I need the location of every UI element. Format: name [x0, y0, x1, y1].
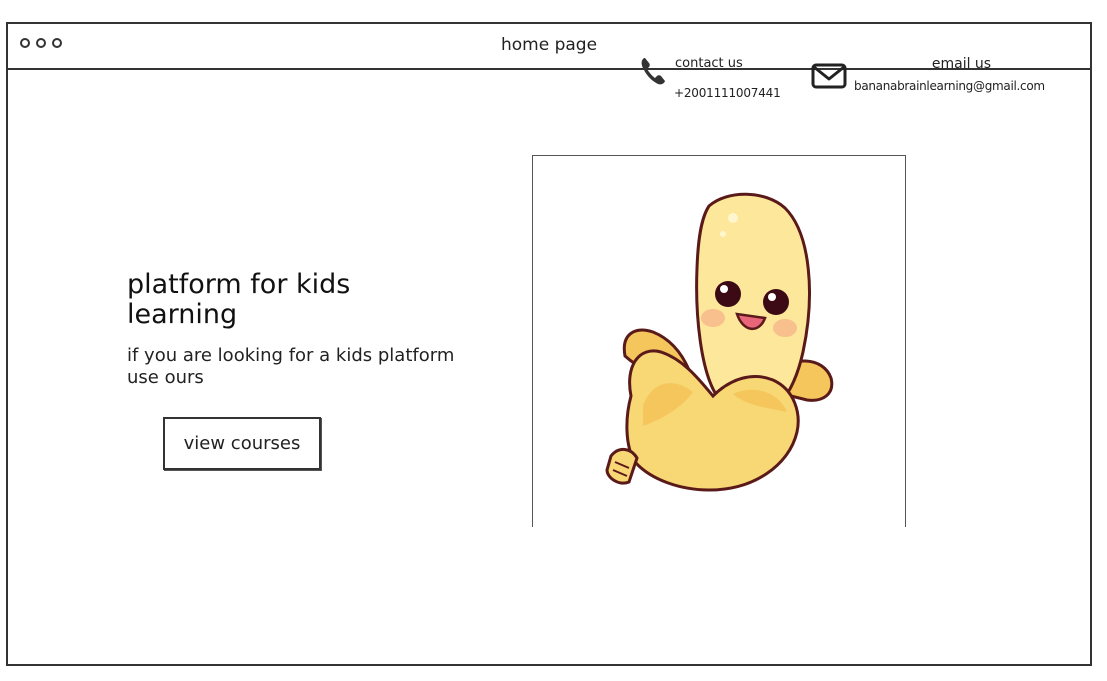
envelope-icon[interactable] [811, 63, 847, 89]
banana-mascot-illustration [605, 192, 834, 492]
view-courses-button[interactable]: view courses [163, 417, 321, 470]
contact-phone-number[interactable]: +2001111007441 [674, 86, 781, 100]
email-us-label: email us [931, 56, 992, 72]
phone-icon[interactable] [639, 56, 667, 86]
hero-subtitle: if you are looking for a kids platform u… [127, 345, 455, 388]
hero-title: platform for kids learning [127, 269, 351, 330]
window-title: home page [500, 35, 598, 55]
email-address[interactable]: bananabrainlearning@gmail.com [854, 79, 1045, 93]
hero-image-frame [532, 155, 906, 527]
contact-us-label: contact us [675, 56, 743, 71]
